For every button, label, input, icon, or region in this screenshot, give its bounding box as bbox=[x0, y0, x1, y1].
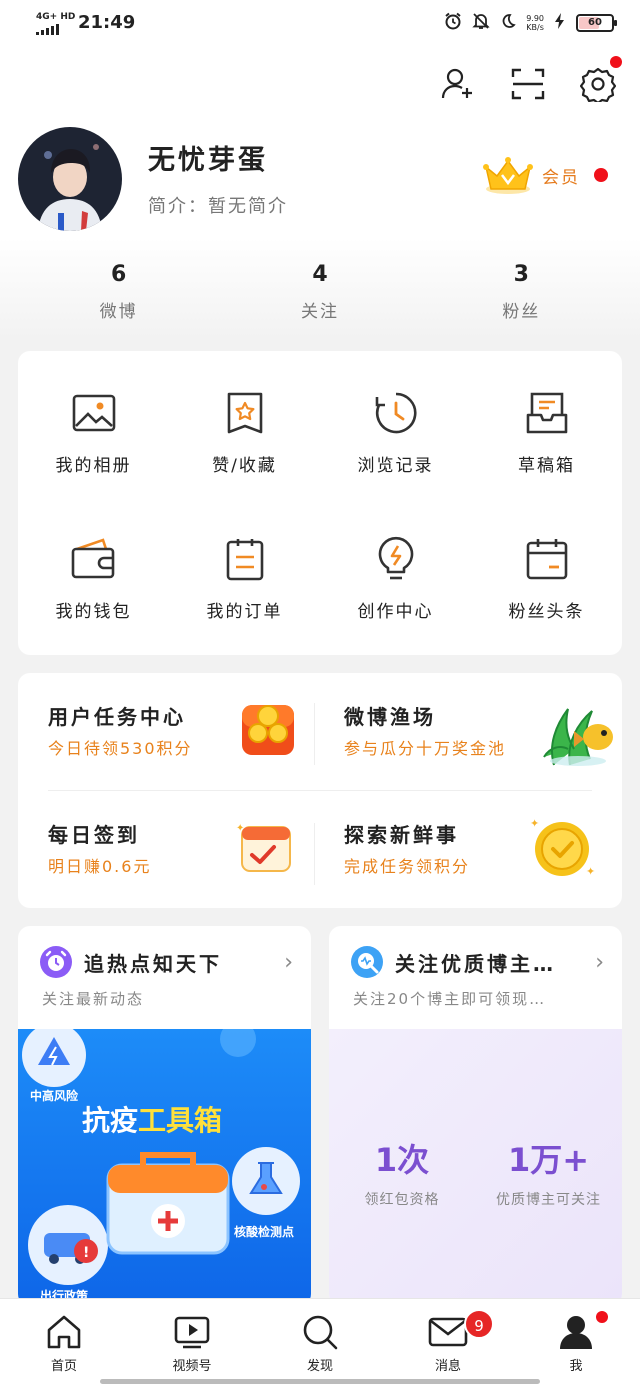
grid-item-history[interactable]: 浏览记录 bbox=[320, 359, 471, 505]
stat-label: 微博 bbox=[99, 302, 138, 322]
bottom-nav: 首页 视频号 发现 消息 9 我 bbox=[0, 1298, 640, 1387]
discover-icon bbox=[303, 1315, 338, 1350]
stat-value: 3 bbox=[513, 262, 529, 287]
bloggers-banner[interactable]: 1次 领红包资格 1万+ 优质博主可关注 bbox=[329, 1029, 622, 1306]
home-indicator[interactable] bbox=[100, 1379, 540, 1384]
nav-video[interactable]: 视频号 bbox=[128, 1299, 256, 1387]
card-title: 关注优质博主… bbox=[395, 951, 556, 976]
task-card: 用户任务中心 今日待领530积分 微博渔场 参与瓜分十万奖金池 每日签到 明日赚… bbox=[18, 673, 622, 908]
favorites-icon bbox=[221, 389, 269, 437]
svg-text:✦: ✦ bbox=[530, 817, 539, 830]
stat-bloggers: 1万+ 优质博主可关注 bbox=[496, 1141, 601, 1208]
status-bar: 4G+ HD 21:49 9.90 KB/s 60 bbox=[0, 0, 640, 48]
grid-item-album[interactable]: 我的相册 bbox=[18, 359, 169, 505]
stat-value: 6 bbox=[111, 262, 127, 287]
username[interactable]: 无忧芽蛋 bbox=[148, 138, 268, 177]
do-not-disturb-icon bbox=[500, 13, 516, 33]
notification-dot bbox=[610, 56, 622, 68]
scan-icon bbox=[511, 68, 545, 100]
shortcut-grid: 我的相册 赞/收藏 浏览记录 草稿箱 我的钱包 我的订单 创作中心 粉丝头条 bbox=[18, 351, 622, 655]
grid-item-favorites[interactable]: 赞/收藏 bbox=[169, 359, 320, 505]
stat-fans[interactable]: 3 粉丝 bbox=[421, 262, 622, 322]
stat-label: 关注 bbox=[300, 302, 339, 322]
home-icon bbox=[47, 1315, 81, 1349]
banner-risk-label: 中高风险 bbox=[30, 1089, 79, 1103]
fan-headline-icon bbox=[523, 535, 571, 583]
nav-me[interactable]: 我 bbox=[512, 1299, 640, 1387]
message-icon bbox=[428, 1317, 468, 1347]
charging-icon bbox=[554, 12, 566, 34]
grid-item-wallet[interactable]: 我的钱包 bbox=[18, 505, 169, 651]
creator-center-icon bbox=[372, 535, 420, 583]
avatar[interactable] bbox=[18, 127, 122, 231]
stat-value: 4 bbox=[312, 262, 328, 287]
profile-stats: 6 微博 4 关注 3 粉丝 bbox=[18, 262, 622, 322]
grid-item-fan-headline[interactable]: 粉丝头条 bbox=[471, 505, 622, 651]
vip-entry[interactable]: 会员 bbox=[482, 155, 608, 195]
nav-discover[interactable]: 发现 bbox=[256, 1299, 384, 1387]
photo-album-icon bbox=[70, 389, 118, 437]
add-friend-icon bbox=[441, 68, 472, 99]
scan-button[interactable] bbox=[506, 62, 550, 106]
card-subtitle: 关注20个博主即可领现… bbox=[353, 990, 547, 1008]
network-speed: 9.90 KB/s bbox=[526, 14, 544, 32]
orders-icon bbox=[221, 535, 269, 583]
crown-icon bbox=[483, 157, 533, 194]
task-fishery[interactable]: 微博渔场 参与瓜分十万奖金池 bbox=[314, 673, 613, 773]
message-badge: 9 bbox=[464, 1309, 494, 1339]
calendar-check-icon: ✦ bbox=[236, 823, 291, 872]
signal-icon bbox=[36, 24, 59, 35]
vip-label: 会员 bbox=[542, 167, 580, 188]
svg-text:✦: ✦ bbox=[586, 865, 595, 878]
chevron-right-icon: › bbox=[595, 950, 604, 975]
profile-icon bbox=[560, 1316, 592, 1349]
task-explore[interactable]: 探索新鲜事 完成任务领积分 ✦ ✦ bbox=[314, 791, 595, 891]
vip-notification-dot bbox=[594, 168, 608, 182]
video-icon bbox=[174, 1316, 210, 1349]
card-subtitle: 关注最新动态 bbox=[42, 990, 145, 1008]
settings-icon bbox=[580, 67, 616, 102]
nav-messages[interactable]: 消息 9 bbox=[384, 1299, 512, 1387]
card-title: 追热点知天下 bbox=[84, 951, 222, 976]
alarm-clock-icon bbox=[40, 946, 72, 978]
nav-home[interactable]: 首页 bbox=[0, 1299, 128, 1387]
clock: 21:49 bbox=[78, 12, 136, 33]
covid-toolbox-banner[interactable]: ! 中高风险 抗疫工具箱 核酸检测点 出行政策 bbox=[18, 1021, 311, 1306]
stat-following[interactable]: 4 关注 bbox=[219, 262, 420, 322]
stat-red-packet: 1次 领红包资格 bbox=[364, 1141, 440, 1208]
alarm-icon bbox=[444, 12, 462, 34]
add-friend-button[interactable] bbox=[436, 62, 480, 106]
stat-weibo[interactable]: 6 微博 bbox=[18, 262, 219, 322]
wallet-icon bbox=[70, 535, 118, 583]
chevron-right-icon: › bbox=[284, 950, 293, 975]
fish-icon bbox=[543, 708, 613, 766]
quality-bloggers-card[interactable]: 关注优质博主… › 关注20个博主即可领现… 1次 领红包资格 1万+ 优质博主… bbox=[329, 926, 622, 1306]
task-daily-checkin[interactable]: 每日签到 明日赚0.6元 ✦ bbox=[18, 791, 298, 891]
battery-indicator: 60 bbox=[576, 14, 617, 32]
banner-test-label: 核酸检测点 bbox=[234, 1225, 295, 1239]
hot-topics-card[interactable]: 追热点知天下 › 关注最新动态 ! 中高风险 抗疫工具箱 核酸检测点 出行政策 bbox=[18, 926, 311, 1306]
profile-notification-dot bbox=[596, 1311, 608, 1323]
svg-text:!: ! bbox=[83, 1245, 89, 1261]
grid-item-orders[interactable]: 我的订单 bbox=[169, 505, 320, 651]
grid-item-drafts[interactable]: 草稿箱 bbox=[471, 359, 622, 505]
bio[interactable]: 简介：暂无简介 bbox=[148, 192, 288, 218]
mute-icon bbox=[472, 12, 490, 34]
banner-headline: 抗疫工具箱 bbox=[82, 1104, 223, 1137]
settings-button[interactable] bbox=[576, 56, 622, 106]
coins-icon bbox=[242, 705, 294, 755]
gold-coin-icon: ✦ ✦ bbox=[530, 817, 595, 878]
grid-item-creator[interactable]: 创作中心 bbox=[320, 505, 471, 651]
drafts-icon bbox=[523, 389, 571, 437]
task-user-center[interactable]: 用户任务中心 今日待领530积分 bbox=[18, 673, 298, 773]
network-type: 4G+ HD bbox=[36, 12, 76, 22]
stat-label: 粉丝 bbox=[502, 302, 541, 322]
history-icon bbox=[372, 389, 420, 437]
search-pulse-icon bbox=[351, 946, 383, 978]
